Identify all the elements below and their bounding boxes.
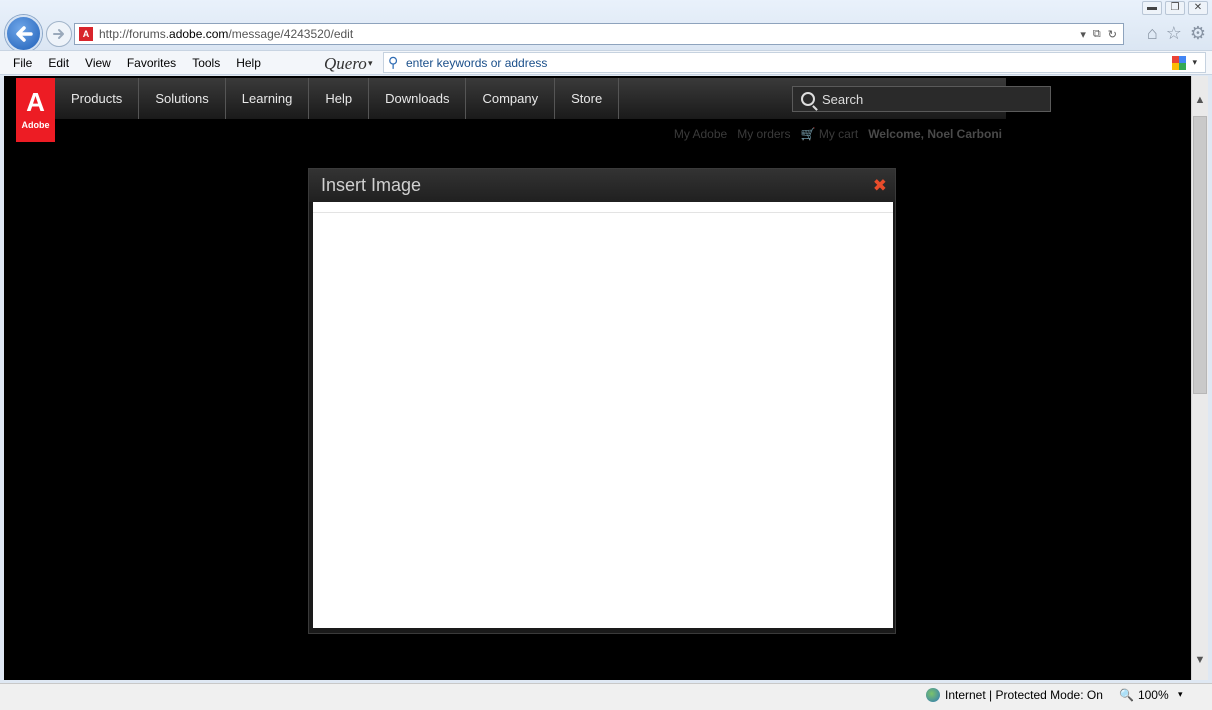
- dialog-body: [313, 202, 893, 628]
- url-prefix: http://forums.: [99, 27, 170, 41]
- my-cart-link[interactable]: 🛒 My cart: [801, 127, 859, 141]
- browser-tools: ⌂ ☆ ⚙: [1147, 23, 1206, 43]
- compatibility-view-icon[interactable]: ⧉: [1093, 28, 1101, 41]
- site-search-input[interactable]: Search: [792, 86, 1051, 112]
- dialog-title: Insert Image: [321, 175, 422, 195]
- adobe-logo-word: Adobe: [21, 120, 50, 130]
- window-controls: ▬ ❐ ✕: [1142, 1, 1208, 15]
- nav-products[interactable]: Products: [55, 78, 140, 119]
- forward-button[interactable]: [46, 21, 72, 47]
- dialog-divider: [313, 212, 893, 213]
- my-adobe-link[interactable]: My Adobe: [674, 127, 727, 141]
- refresh-icon[interactable]: ↻: [1108, 28, 1117, 41]
- adobe-favicon-icon: A: [79, 27, 93, 41]
- close-icon[interactable]: ✖: [873, 176, 887, 196]
- address-tools: ▾ ⧉ ↻: [1080, 28, 1123, 41]
- back-button[interactable]: [5, 15, 42, 52]
- my-cart-label: My cart: [818, 127, 859, 141]
- google-icon[interactable]: [1172, 55, 1187, 70]
- back-arrow-icon: [15, 25, 33, 42]
- site-nav: Products Solutions Learning Help Downloa…: [55, 78, 1051, 119]
- google-dropdown-icon[interactable]: ▾: [1192, 57, 1197, 68]
- site-search-label: Search: [822, 91, 864, 107]
- search-icon: ⚲: [388, 54, 399, 70]
- nav-solutions[interactable]: Solutions: [139, 78, 226, 119]
- cart-icon: 🛒: [800, 127, 816, 141]
- menu-edit[interactable]: Edit: [40, 56, 77, 70]
- forward-arrow-icon: [53, 29, 64, 39]
- menu-view[interactable]: View: [77, 56, 119, 70]
- zoom-level: 100%: [1137, 688, 1169, 702]
- minimize-button[interactable]: ▬: [1142, 1, 1162, 15]
- internet-globe-icon: [926, 688, 940, 702]
- my-orders-link[interactable]: My orders: [737, 127, 790, 141]
- nav-store[interactable]: Store: [555, 78, 620, 119]
- scroll-down-arrow-icon[interactable]: ▼: [1192, 654, 1208, 666]
- address-bar[interactable]: A http://forums. adobe.com/message/424352…: [74, 23, 1124, 45]
- vertical-scrollbar[interactable]: ▲ ▼: [1191, 76, 1208, 680]
- zoom-icon: 🔍: [1119, 688, 1134, 702]
- adobe-logo[interactable]: A Adobe: [16, 78, 55, 142]
- user-links: My Adobe My orders 🛒 My cart Welcome, No…: [674, 127, 1002, 141]
- zoom-dropdown-icon[interactable]: ▾: [1178, 689, 1183, 700]
- menu-tools[interactable]: Tools: [184, 56, 228, 70]
- menu-file[interactable]: File: [0, 56, 40, 70]
- nav-downloads[interactable]: Downloads: [369, 78, 467, 119]
- home-icon[interactable]: ⌂: [1147, 23, 1158, 43]
- nav-company[interactable]: Company: [466, 78, 556, 119]
- address-dropdown-icon[interactable]: ▾: [1080, 28, 1086, 41]
- zoom-control[interactable]: 🔍 100%: [1119, 688, 1169, 702]
- scroll-up-arrow-icon[interactable]: ▲: [1192, 94, 1208, 106]
- url-host: adobe.com: [169, 27, 229, 41]
- restore-button[interactable]: ❐: [1165, 1, 1185, 15]
- settings-gear-icon[interactable]: ⚙: [1190, 23, 1206, 43]
- page-viewport: A Adobe Products Solutions Learning Help…: [4, 76, 1191, 680]
- browser-toolbar: ▬ ❐ ✕ A http://forums. adobe.com/message/…: [0, 0, 1212, 52]
- search-icon: [801, 92, 815, 106]
- quero-dropdown-icon[interactable]: ▾: [368, 58, 373, 69]
- scrollbar-thumb[interactable]: [1193, 116, 1207, 394]
- security-zone: Internet | Protected Mode: On: [926, 688, 1103, 702]
- dialog-title-bar: Insert Image ✖: [309, 169, 895, 202]
- adobe-logo-mark: A: [26, 87, 45, 117]
- quero-search-input[interactable]: ⚲ enter keywords or address ▾: [383, 52, 1206, 73]
- close-window-button[interactable]: ✕: [1188, 1, 1208, 15]
- insert-image-dialog: Insert Image ✖: [308, 168, 896, 634]
- quero-search-placeholder: enter keywords or address: [406, 55, 548, 70]
- menu-help[interactable]: Help: [228, 56, 269, 70]
- url-path: /message/4243520/edit: [228, 27, 354, 41]
- nav-help[interactable]: Help: [309, 78, 370, 119]
- welcome-text: Welcome, Noel Carboni: [868, 127, 1002, 141]
- nav-learning[interactable]: Learning: [226, 78, 310, 119]
- quero-logo[interactable]: Quero: [324, 54, 367, 74]
- menu-favorites[interactable]: Favorites: [119, 56, 184, 70]
- status-bar: Internet | Protected Mode: On 🔍 100% ▾: [0, 683, 1212, 710]
- menu-bar: File Edit View Favorites Tools Help Quer…: [0, 50, 1212, 75]
- zone-text: Internet | Protected Mode: On: [945, 688, 1103, 702]
- favorites-star-icon[interactable]: ☆: [1166, 23, 1182, 43]
